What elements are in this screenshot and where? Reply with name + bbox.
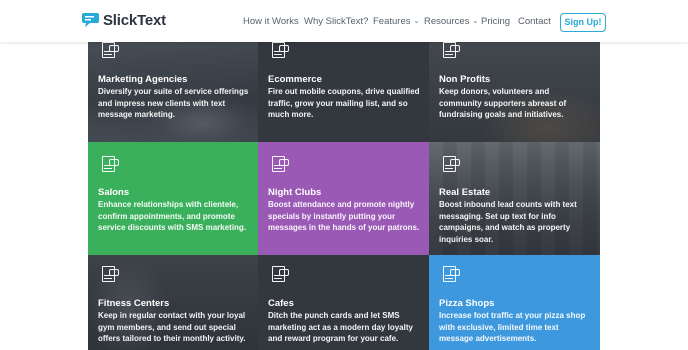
nav-resources[interactable]: Resources ⌄: [424, 16, 478, 28]
sms-page-icon: [440, 265, 462, 285]
tile-description: Keep in regular contact with your loyal …: [98, 311, 246, 343]
chevron-down-icon: ⌄: [472, 18, 479, 25]
tile-pizza-shops[interactable]: Pizza Shops Increase foot traffic at you…: [429, 255, 600, 350]
logo-text: SlickText: [103, 12, 166, 29]
tile-title: Real Estate: [439, 187, 491, 198]
tile-description: Increase foot traffic at your pizza shop…: [439, 311, 586, 343]
nav-contact[interactable]: Contact: [518, 16, 551, 28]
tile-title: Non Profits: [439, 74, 491, 85]
tile-marketing-agencies[interactable]: Marketing Agencies Diversify your suite …: [88, 39, 258, 142]
nav-how-it-works[interactable]: How it Works: [243, 16, 299, 28]
tile-fitness-centers[interactable]: Fitness Centers Keep in regular contact …: [88, 255, 258, 350]
sms-page-icon: [269, 265, 291, 285]
tile-title: Marketing Agencies: [98, 74, 188, 85]
tile-title: Fitness Centers: [98, 298, 170, 309]
tile-real-estate[interactable]: Real Estate Boost inbound lead counts wi…: [429, 142, 600, 255]
sms-page-icon: [440, 41, 462, 61]
tile-title: Night Clubs: [268, 187, 322, 198]
tile-description: Enhance relationships with clientele, co…: [98, 200, 247, 232]
sms-page-icon: [99, 41, 121, 61]
slicktext-logo[interactable]: SlickText: [82, 12, 166, 29]
sign-up-button[interactable]: Sign Up!: [560, 13, 606, 32]
tile-cafes[interactable]: Cafes Ditch the punch cards and let SMS …: [258, 255, 429, 350]
sms-page-icon: [440, 155, 462, 175]
tile-salons[interactable]: Salons Enhance relationships with client…: [88, 142, 258, 255]
tile-description: Diversify your suite of service offering…: [98, 87, 249, 119]
tile-description: Keep donors, volunteers and community su…: [439, 87, 567, 119]
tile-description: Boost inbound lead counts with text mess…: [439, 200, 577, 244]
tile-ecommerce[interactable]: Ecommerce Fire out mobile coupons, drive…: [258, 39, 429, 142]
top-navbar: SlickText How it Works Why SlickText? Fe…: [0, 0, 688, 42]
industry-grid: Marketing Agencies Diversify your suite …: [88, 39, 600, 350]
tile-non-profits[interactable]: Non Profits Keep donors, volunteers and …: [429, 39, 600, 142]
tile-description: Boost attendance and promote nightly spe…: [268, 200, 420, 232]
sms-page-icon: [99, 155, 121, 175]
sms-page-icon: [269, 155, 291, 175]
tile-title: Pizza Shops: [439, 298, 495, 309]
nav-why-slicktext[interactable]: Why SlickText?: [304, 16, 368, 28]
nav-pricing[interactable]: Pricing: [481, 16, 510, 28]
tile-title: Cafes: [268, 298, 294, 309]
tile-title: Ecommerce: [268, 74, 322, 85]
tile-description: Fire out mobile coupons, drive qualified…: [268, 87, 420, 119]
nav-features[interactable]: Features ⌄: [373, 16, 419, 28]
tile-description: Ditch the punch cards and let SMS market…: [268, 311, 413, 343]
tile-title: Salons: [98, 187, 130, 198]
tile-night-clubs[interactable]: Night Clubs Boost attendance and promote…: [258, 142, 429, 255]
chat-bubble-icon: [82, 12, 101, 29]
sms-page-icon: [99, 265, 121, 285]
chevron-down-icon: ⌄: [413, 18, 420, 25]
sms-page-icon: [269, 41, 291, 61]
